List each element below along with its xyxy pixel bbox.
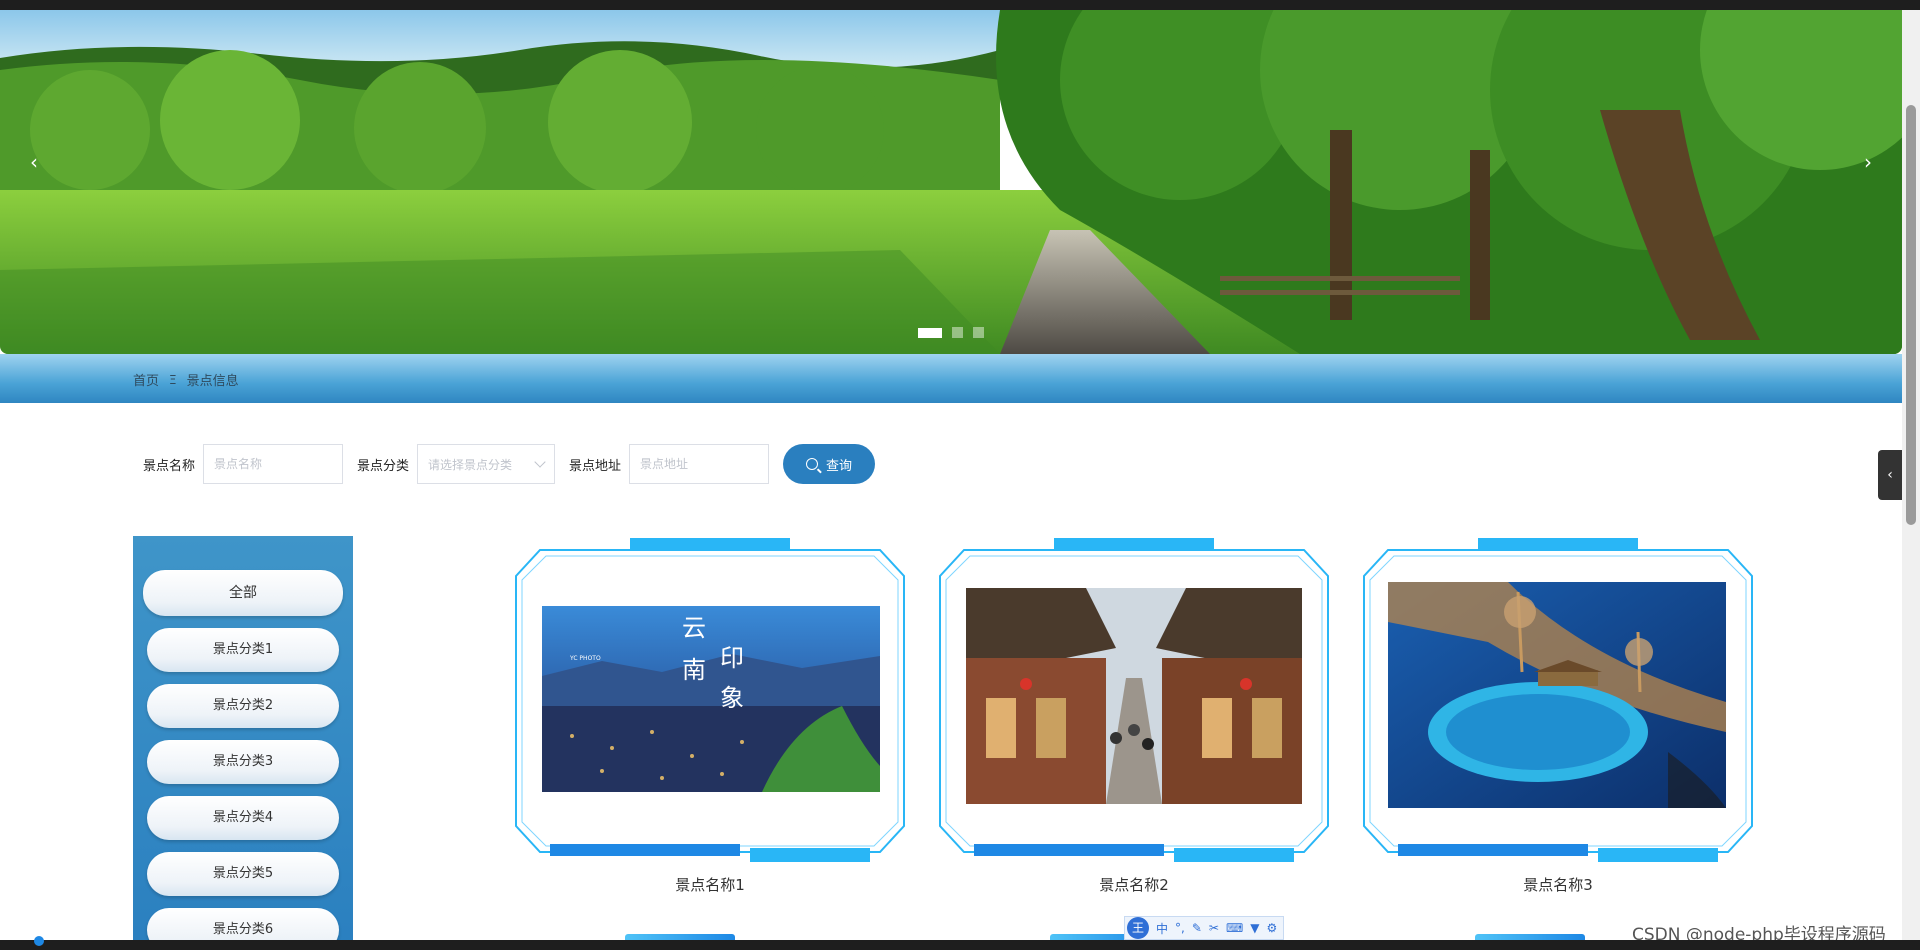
category-item[interactable]: 景点分类2 xyxy=(147,684,339,728)
photo-text-1: 云 xyxy=(682,614,706,642)
search-button-label: 查询 xyxy=(826,457,853,473)
scrollbar-thumb[interactable] xyxy=(1906,105,1916,525)
banner-next-button[interactable]: › xyxy=(1856,150,1880,174)
banner-image xyxy=(0,10,1902,354)
banner-indicator-3[interactable] xyxy=(973,327,984,338)
side-drawer-toggle[interactable]: ‹ xyxy=(1878,450,1902,500)
category-item[interactable]: 景点分类5 xyxy=(147,852,339,896)
card-title[interactable]: 景点名称2 xyxy=(934,874,1334,895)
scenic-photo: 云 南 印 象 YC PHOTO xyxy=(542,606,880,792)
vertical-scrollbar[interactable] xyxy=(1902,10,1920,940)
breadcrumb-separator: Ξ xyxy=(169,372,177,387)
name-input[interactable] xyxy=(203,444,344,484)
search-icon xyxy=(806,458,819,470)
category-item-all[interactable]: 全部 xyxy=(143,570,343,616)
card-title[interactable]: 景点名称3 xyxy=(1358,874,1758,895)
page: ‹ › 首页 Ξ 景点信息 景点名称 景点分类 请选择景点分类 景点地址 查询 … xyxy=(0,10,1902,940)
search-button[interactable]: 查询 xyxy=(783,444,876,484)
category-item[interactable]: 景点分类6 xyxy=(147,908,339,940)
photo-caption: YC PHOTO xyxy=(569,655,601,662)
scenic-card[interactable]: 云 南 印 象 YC PHOTO 景点名称1 xyxy=(510,536,910,894)
pen-icon[interactable]: ✎ xyxy=(1192,921,1202,935)
breadcrumb-home[interactable]: 首页 xyxy=(133,370,159,389)
category-item[interactable]: 景点分类3 xyxy=(147,740,339,784)
ime-toolbar: 王 中 °, ✎ ✂ ⌨ ▼ ⚙ xyxy=(1124,916,1285,940)
shirt-icon[interactable]: ▼ xyxy=(1250,921,1259,935)
photo-text-3: 印 xyxy=(720,644,744,672)
category-item[interactable]: 景点分类4 xyxy=(147,796,339,840)
category-sidebar: 全部 景点分类1 景点分类2 景点分类3 景点分类4 景点分类5 景点分类6 xyxy=(133,536,353,940)
watermark: CSDN @node-php毕设程序源码 xyxy=(1632,925,1886,940)
window-bottom-bar xyxy=(0,936,1920,950)
scissors-icon[interactable]: ✂ xyxy=(1209,921,1219,935)
punctuation-icon[interactable]: °, xyxy=(1175,921,1185,935)
address-input[interactable] xyxy=(629,444,770,484)
category-label: 景点分类 xyxy=(357,458,410,474)
breadcrumb-bar: 首页 Ξ 景点信息 xyxy=(0,354,1902,403)
breadcrumb-current: 景点信息 xyxy=(186,374,239,389)
banner-prev-button[interactable]: ‹ xyxy=(22,150,46,174)
scenic-card[interactable]: 景点名称3 xyxy=(1358,536,1758,894)
banner-indicator-2[interactable] xyxy=(952,327,963,338)
banner-carousel[interactable]: ‹ › xyxy=(0,10,1902,354)
photo-text-2: 南 xyxy=(682,656,706,684)
scenic-card[interactable]: 景点名称2 xyxy=(934,536,1334,894)
category-item[interactable]: 景点分类1 xyxy=(147,628,339,672)
window-top-bar xyxy=(0,0,1902,10)
scenic-photo xyxy=(1388,582,1726,808)
category-placeholder: 请选择景点分类 xyxy=(428,457,513,472)
keyboard-icon[interactable]: ⌨ xyxy=(1226,921,1243,935)
breadcrumb: 首页 Ξ 景点信息 xyxy=(133,370,239,390)
status-dot-icon xyxy=(34,936,44,946)
address-label: 景点地址 xyxy=(569,458,622,474)
ime-mode-toggle[interactable]: 中 xyxy=(1156,920,1168,937)
gear-icon[interactable]: ⚙ xyxy=(1267,921,1278,935)
ime-logo-icon[interactable]: 王 xyxy=(1127,917,1149,939)
category-select[interactable]: 请选择景点分类 xyxy=(417,444,556,484)
name-label: 景点名称 xyxy=(143,458,196,474)
photo-text-4: 象 xyxy=(720,684,744,712)
banner-indicators xyxy=(918,327,984,338)
banner-indicator-1[interactable] xyxy=(918,327,942,338)
search-form: 景点名称 景点分类 请选择景点分类 景点地址 查询 xyxy=(143,444,876,484)
scenic-photo xyxy=(966,588,1302,804)
card-title[interactable]: 景点名称1 xyxy=(510,874,910,895)
chevron-down-icon xyxy=(534,456,546,468)
